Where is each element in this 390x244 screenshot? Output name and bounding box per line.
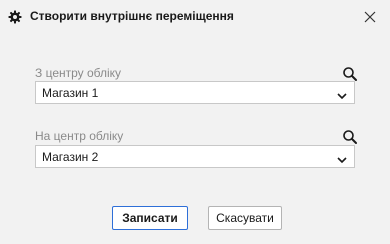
to-center-value: Магазин 2 (42, 150, 99, 164)
save-button[interactable]: Записати (112, 206, 188, 230)
chevron-down-icon[interactable] (336, 152, 348, 164)
gear-icon (8, 10, 22, 24)
chevron-down-icon[interactable] (336, 88, 348, 100)
to-center-label: На центр обліку (35, 129, 124, 143)
to-center-select[interactable]: Магазин 2 (35, 145, 355, 168)
dialog-titlebar: Створити внутрішнє переміщення (0, 0, 390, 34)
from-center-select[interactable]: Магазин 1 (35, 81, 355, 104)
close-icon (364, 11, 376, 23)
to-center-search-icon[interactable] (342, 129, 358, 145)
dialog-title: Створити внутрішнє переміщення (30, 9, 234, 23)
from-center-search-icon[interactable] (342, 66, 358, 82)
cancel-button[interactable]: Скасувати (208, 206, 282, 230)
from-center-value: Магазин 1 (42, 86, 99, 100)
close-button[interactable] (360, 7, 380, 27)
from-center-label: З центру обліку (35, 66, 122, 80)
